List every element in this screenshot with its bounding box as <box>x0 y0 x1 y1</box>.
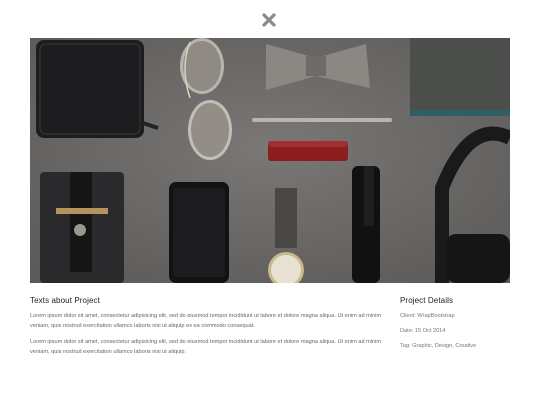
texts-about-project-heading: Texts about Project <box>30 296 100 305</box>
project-details-heading: Project Details <box>400 296 454 305</box>
tag-link-design[interactable]: Design <box>435 343 452 349</box>
tag-link-graphic[interactable]: Graphic <box>412 343 432 349</box>
client-text: Client: WrapBootstrap <box>400 313 455 319</box>
project-photo-illustration <box>30 38 510 283</box>
close-icon <box>262 13 276 27</box>
date-text: Date: 15 Oct 2014 <box>400 328 446 334</box>
project-description: Texts about Project Lorem ipsum dolor si… <box>30 296 390 363</box>
project-details: Project Details Client: WrapBootstrap Da… <box>400 296 520 356</box>
description-paragraph-1: Lorem ipsum dolor sit amet, consectetur … <box>30 313 382 329</box>
description-paragraph-2: Lorem ipsum dolor sit amet, consectetur … <box>30 339 382 355</box>
tag-link-creative[interactable]: Creative <box>455 343 476 349</box>
tags-line: Tag: Graphic, Design, Creative <box>400 341 520 351</box>
close-button[interactable] <box>259 10 279 30</box>
tag-prefix: Tag: <box>400 343 413 349</box>
project-image <box>30 38 510 283</box>
